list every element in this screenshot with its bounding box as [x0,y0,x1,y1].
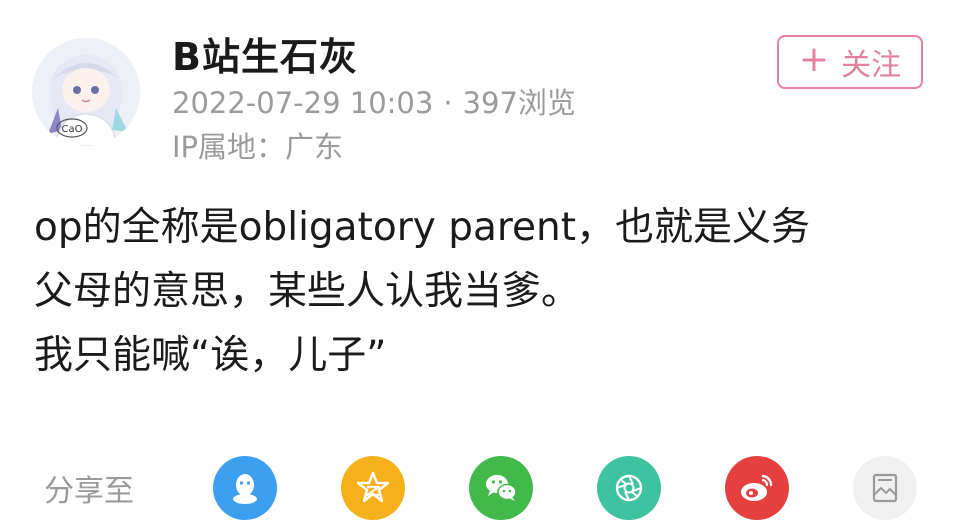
post-date: 2022-07-29 10:03 [172,86,434,120]
post-meta: 2022-07-29 10:03 · 397浏览 [172,80,576,122]
post-line: 我只能喊“诶，儿子” [34,333,387,378]
avatar-illustration: CaO [32,38,140,146]
wechat-share-button[interactable] [469,456,533,520]
poster-share-button[interactable] [853,456,917,520]
avatar-shirt-text: CaO [62,124,83,135]
post-card: CaO B站生石灰 2022-07-29 10:03 · 397浏览 IP属地：广东… [0,0,960,528]
poster-icon [872,473,898,503]
post-line: op的全称是obligatory parent，也就是义务 [34,205,811,250]
qq-share-button[interactable] [213,456,277,520]
meta-separator: · [443,86,453,120]
wechat-icon [486,475,517,501]
post-content: op的全称是obligatory parent，也就是义务 父母的意思，某些人认… [34,196,934,388]
moments-share-button[interactable] [597,456,661,520]
author-name[interactable]: B站生石灰 [172,26,358,81]
plus-icon: + [798,39,830,80]
post-line: 父母的意思，某些人认我当爹。 [34,269,581,314]
ip-location: IP属地：广东 [172,130,344,164]
weibo-icon [741,474,773,501]
follow-label: 关注 [841,48,902,83]
qzone-icon [356,471,390,503]
qq-icon [233,474,257,504]
view-count: 397浏览 [462,86,576,120]
qzone-share-button[interactable] [341,456,405,520]
weibo-share-button[interactable] [725,456,789,520]
share-label: 分享至 [44,474,134,509]
follow-button[interactable]: + 关注 [777,35,923,89]
avatar[interactable]: CaO [32,38,140,146]
moments-icon [615,474,643,502]
